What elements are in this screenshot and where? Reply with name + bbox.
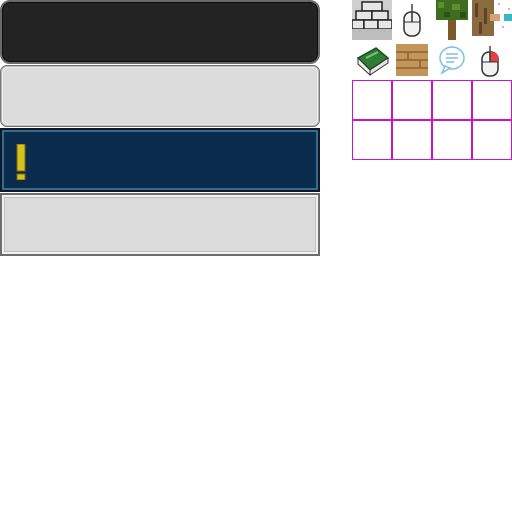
grid-cell[interactable] <box>352 120 392 160</box>
stone-brick-icon <box>352 0 392 40</box>
exclamation-icon <box>16 144 26 180</box>
inventory-grid <box>352 80 512 160</box>
grid-cell[interactable] <box>472 80 512 120</box>
grid-cell[interactable] <box>432 80 472 120</box>
notice-panel <box>0 128 320 192</box>
book-icon <box>356 47 390 76</box>
mouse-icon <box>403 4 421 37</box>
grid-cell[interactable] <box>472 120 512 160</box>
speech-bubble-icon <box>439 46 465 75</box>
tree-icon <box>436 0 468 40</box>
light-panel-2 <box>0 193 320 256</box>
bark-icon <box>472 0 512 36</box>
grid-cell[interactable] <box>392 80 432 120</box>
mouse-right-click-icon <box>481 46 499 77</box>
dark-panel <box>0 0 320 64</box>
light-panel <box>0 65 320 127</box>
wood-plank-icon <box>396 44 428 76</box>
grid-cell[interactable] <box>352 80 392 120</box>
grid-cell[interactable] <box>392 120 432 160</box>
grid-cell[interactable] <box>432 120 472 160</box>
